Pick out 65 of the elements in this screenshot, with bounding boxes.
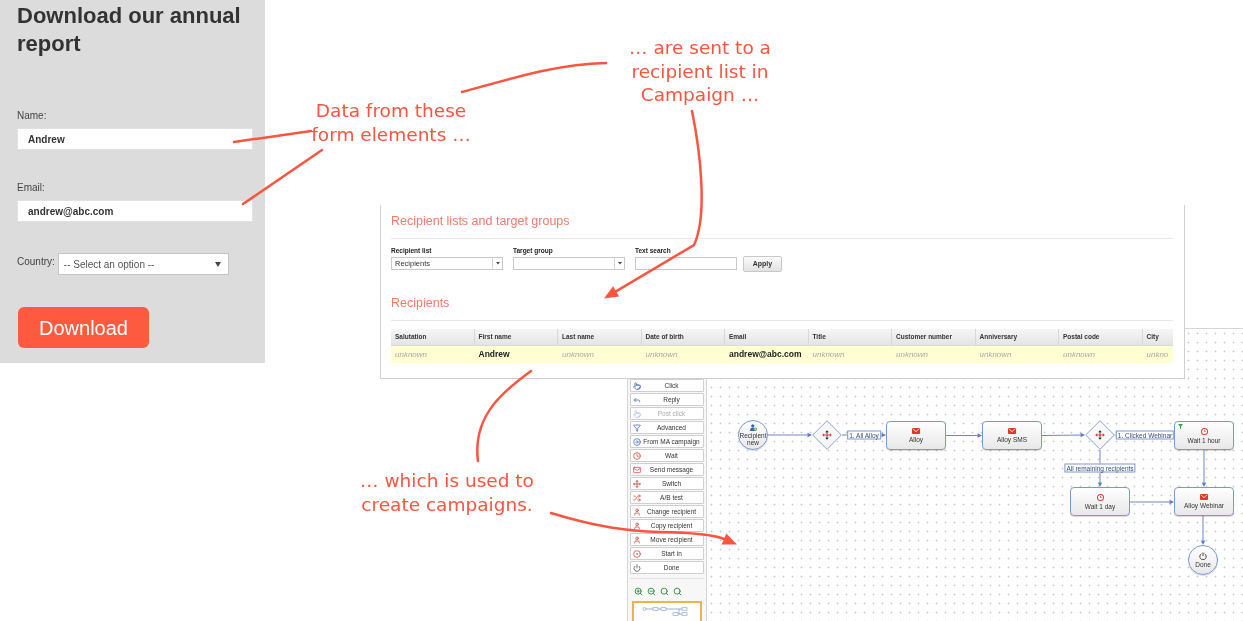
section-heading: Recipient lists and target groups xyxy=(391,214,570,229)
text-field[interactable]: Andrew xyxy=(17,128,253,150)
zoom-out-icon[interactable] xyxy=(647,587,656,596)
field-label: Name: xyxy=(17,109,47,123)
envelope-icon xyxy=(1200,494,1208,500)
table-cell-text: unknown xyxy=(644,348,679,361)
four-way-arrow-icon xyxy=(1095,430,1105,440)
table-cell-text: unknown xyxy=(978,348,1013,361)
section-heading: Recipients xyxy=(391,296,450,311)
power-icon xyxy=(633,563,641,572)
connector-arrow xyxy=(945,433,982,438)
form-title: Download our annual report xyxy=(17,2,242,58)
four-way-arrow-icon xyxy=(822,430,832,440)
text-field[interactable]: andrew@abc.com xyxy=(17,200,253,222)
clock-icon xyxy=(1096,493,1104,501)
decision-node[interactable] xyxy=(812,420,842,450)
caret-icon xyxy=(617,262,622,265)
select-field[interactable]: -- Select an option -- xyxy=(57,253,229,275)
minimap[interactable] xyxy=(632,601,702,621)
connector-arrow xyxy=(1200,515,1206,545)
magnifier-icon[interactable] xyxy=(660,587,669,596)
table-cell-text: unkno xyxy=(1145,348,1170,361)
table-cell-text: Andrew xyxy=(477,348,511,362)
caret-icon xyxy=(214,261,221,267)
magnifier-icon[interactable] xyxy=(673,587,682,596)
caret-icon xyxy=(495,262,500,265)
select-field[interactable] xyxy=(513,257,625,270)
envelope-icon xyxy=(1008,428,1016,434)
arrow-circle-icon xyxy=(633,437,641,446)
clock-icon xyxy=(633,451,641,460)
zoom-in-icon[interactable] xyxy=(634,587,643,596)
person-icon xyxy=(633,507,641,516)
hand-pointer-icon xyxy=(633,381,641,390)
table-cell-text: unknown xyxy=(561,348,596,361)
person-icon xyxy=(633,535,641,544)
decision-node[interactable] xyxy=(1085,420,1115,450)
person-add-icon xyxy=(749,424,757,432)
annotation-text: Data from these form elements … xyxy=(310,99,472,146)
field-label: Country: xyxy=(17,255,55,269)
annotation-text: … are sent to a recipient list in Campaign … xyxy=(628,36,772,107)
four-way-arrow-icon xyxy=(633,479,641,488)
connector-arrow xyxy=(1129,499,1174,505)
connector-arrow xyxy=(1041,432,1085,438)
annotation-text: … which is used to create campaigns. xyxy=(359,469,535,516)
funnel-icon xyxy=(633,423,641,432)
field-label: Email: xyxy=(17,181,45,195)
table-cell-text: unknown xyxy=(811,348,846,361)
target-circle-icon xyxy=(633,549,641,558)
text-field[interactable] xyxy=(635,257,737,270)
table-cell-text: andrew@abc.com xyxy=(728,348,803,362)
table-cell-text: unknown xyxy=(895,348,930,361)
table-cell-text: unknown xyxy=(1062,348,1097,361)
envelope-icon xyxy=(912,428,920,434)
envelope-icon xyxy=(633,465,641,474)
hand-pointer-icon xyxy=(633,409,641,418)
connector-arrow xyxy=(1201,449,1207,487)
clock-icon xyxy=(1200,427,1208,435)
connector-arrow xyxy=(767,432,812,438)
reply-arrow-icon xyxy=(633,395,641,404)
person-icon xyxy=(633,521,641,530)
funnel-icon xyxy=(1178,424,1183,429)
power-icon xyxy=(1199,552,1207,561)
shuffle-icon xyxy=(633,493,641,502)
table-row[interactable]: unknown Andrew unknown unknown andrew@abc.com unknown unknown unknown unknown unkno xyxy=(391,346,1173,363)
table-cell-text: unknown xyxy=(394,348,429,361)
